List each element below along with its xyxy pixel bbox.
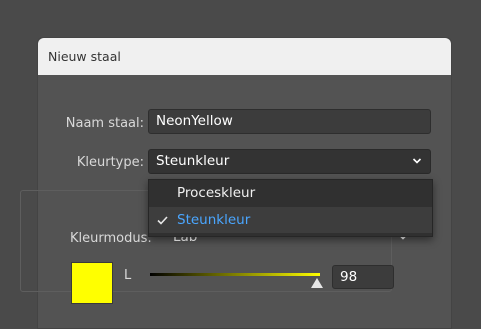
lightness-value: 98: [340, 269, 358, 285]
menu-item-label: Steunkleur: [177, 212, 251, 228]
color-type-selected-value: Steunkleur: [156, 153, 230, 169]
menu-item-steunkleur[interactable]: Steunkleur: [149, 207, 432, 233]
dialog-titlebar: Nieuw staal: [38, 38, 451, 75]
dialog-title: Nieuw staal: [48, 49, 121, 64]
color-type-label: Kleurtype:: [76, 155, 144, 170]
swatch-name-input[interactable]: NeonYellow: [148, 109, 431, 134]
lightness-label: L: [124, 268, 132, 283]
menu-item-label: Proceskleur: [177, 185, 256, 201]
chevron-down-icon: [412, 158, 422, 164]
color-mode-label: Kleurmodus:: [70, 231, 152, 246]
swatch-name-label: Naam staal:: [65, 116, 144, 131]
swatch-name-value: NeonYellow: [156, 113, 233, 129]
menu-item-proceskleur[interactable]: Proceskleur: [149, 180, 432, 206]
color-type-dropdown-menu: Proceskleur Steunkleur: [148, 179, 433, 237]
lightness-value-input[interactable]: 98: [332, 265, 394, 289]
slider-thumb-icon[interactable]: [310, 278, 323, 288]
color-swatch-preview: [71, 262, 113, 304]
checkmark-icon: [157, 216, 168, 225]
color-type-select[interactable]: Steunkleur: [148, 149, 431, 174]
lightness-slider-track[interactable]: [150, 273, 320, 276]
